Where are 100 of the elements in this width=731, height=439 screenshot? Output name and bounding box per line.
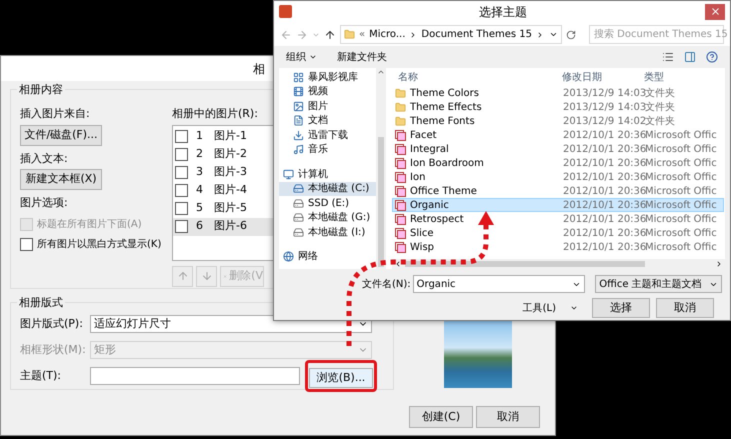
file-date: 2012/10/1 20:36 (563, 240, 645, 255)
file-row[interactable]: Slice 2012/10/1 20:36Microsoft Offic (392, 226, 724, 240)
dialog-button[interactable]: 取消 (476, 406, 540, 428)
file-type-dropdown[interactable]: Office 主题和主题文档 (595, 275, 722, 294)
file-row[interactable]: Ion 2012/10/1 20:36Microsoft Offic (392, 170, 724, 184)
tools-menu[interactable]: 工具(L) (522, 300, 578, 316)
file-row[interactable]: Wisp 2012/10/1 20:36Microsoft Offic (392, 240, 724, 254)
theme-file-icon (395, 186, 406, 197)
file-date: 2013/12/9 14:02 (563, 114, 645, 129)
breadcrumb-item[interactable]: Document Themes 15 (421, 27, 532, 42)
cancel-button[interactable]: 取消 (656, 298, 714, 318)
field-label: 图片版式(P): (20, 316, 84, 332)
picture-number: 2 (196, 146, 204, 162)
nav-item[interactable]: SSD (E:) (279, 196, 376, 211)
file-row[interactable]: Theme Colors 2013/12/9 14:03文件夹 (392, 86, 724, 100)
nav-item[interactable]: 文档 (279, 114, 376, 128)
column-header[interactable]: 修改日期 (562, 70, 644, 85)
file-name: Office Theme (410, 184, 477, 199)
file-name: Theme Colors (410, 86, 479, 101)
checkbox[interactable] (175, 202, 188, 215)
field-label: 相框形状(M): (20, 342, 87, 358)
nav-item[interactable]: 本地磁盘 (C:) (279, 182, 376, 196)
picture-name: 图片-6 (214, 218, 247, 234)
refresh-icon[interactable] (566, 30, 576, 40)
landscape-photo-placeholder (444, 321, 512, 388)
file-date: 2012/10/1 20:36 (563, 198, 645, 213)
input-field[interactable] (90, 367, 300, 385)
file-type: 文件夹 (645, 114, 675, 129)
overflow-marker[interactable]: « (359, 27, 366, 42)
nav-item[interactable]: 计算机 (279, 167, 376, 182)
file-row[interactable]: Organic 2012/10/1 20:36Microsoft Offic (392, 198, 724, 212)
organize-menu[interactable]: 组织 (286, 50, 317, 65)
file-row[interactable]: Theme Effects 2013/12/9 14:03文件夹 (392, 100, 724, 114)
file-row[interactable]: Ion Boardroom 2012/10/1 20:36Microsoft Offic (392, 156, 724, 170)
column-header[interactable]: 名称 (392, 70, 562, 85)
checkbox[interactable] (20, 238, 33, 250)
theme-file-icon (395, 228, 406, 239)
dialog-button[interactable]: 创建(C) (409, 406, 473, 428)
close-button[interactable] (705, 4, 725, 20)
theme-file-icon (395, 200, 406, 211)
file-name: Slice (410, 226, 434, 241)
file-type: Microsoft Offic (645, 184, 717, 199)
nav-item[interactable]: 图片 (279, 99, 376, 114)
folder-icon (344, 29, 355, 40)
file-row[interactable]: Office Theme 2012/10/1 20:36Microsoft Offic (392, 184, 724, 198)
theme-file-icon (395, 242, 406, 253)
file-name-field[interactable]: Organic (412, 275, 586, 294)
field-label: 插入文本: (20, 150, 69, 166)
select-button[interactable]: 选择 (592, 298, 650, 318)
drive-icon (293, 183, 304, 194)
nav-item[interactable]: 暴风影视库 (279, 70, 376, 85)
drive-icon (293, 212, 304, 224)
chevron-icon (536, 30, 544, 39)
file-date: 2012/10/1 20:36 (563, 156, 645, 171)
checkbox[interactable] (175, 166, 188, 179)
file-row[interactable]: Theme Fonts 2013/12/9 14:02文件夹 (392, 114, 724, 128)
new-folder-button[interactable]: 新建文件夹 (337, 50, 387, 65)
preview-pane-icon[interactable] (684, 51, 696, 64)
scrollbar[interactable] (376, 68, 386, 269)
folder-icon (395, 102, 406, 113)
app-logo-icon (279, 5, 292, 18)
drive-icon (293, 198, 304, 209)
browse-button[interactable]: 浏览(B)... (309, 368, 373, 388)
column-header[interactable]: 类型 (644, 70, 664, 85)
nav-item[interactable]: 视频 (279, 84, 376, 100)
file-name: Organic (410, 198, 449, 213)
checkbox[interactable] (175, 130, 188, 143)
new-textbox-button[interactable]: 新建文本框(X) (20, 169, 102, 190)
horizontal-scrollbar[interactable] (392, 258, 725, 269)
file-row[interactable]: Facet 2012/10/1 20:36Microsoft Offic (392, 128, 724, 142)
file-disk-button[interactable]: 文件/磁盘(F)... (20, 124, 102, 146)
nav-item[interactable]: 迅雷下载 (279, 128, 376, 143)
theme-file-icon (395, 158, 406, 169)
file-date: 2012/10/1 20:36 (563, 142, 645, 157)
file-name: Wisp (410, 240, 434, 255)
file-type: Microsoft Offic (645, 198, 717, 213)
picture-number: 3 (196, 164, 204, 180)
checkbox[interactable] (175, 220, 188, 233)
picture-name: 图片-4 (214, 182, 247, 198)
file-type: Microsoft Offic (645, 142, 717, 157)
picture-name: 图片-1 (214, 128, 247, 144)
nav-item[interactable]: 音乐 (279, 142, 376, 158)
download-icon (293, 130, 304, 141)
file-name: Retrospect (410, 212, 464, 227)
file-row[interactable]: Integral 2012/10/1 20:36Microsoft Offic (392, 142, 724, 156)
file-type: Microsoft Offic (645, 226, 717, 241)
close-icon (710, 6, 720, 18)
checkbox[interactable] (175, 184, 188, 197)
picture-number: 6 (196, 218, 204, 234)
nav-item[interactable]: 网络 (279, 250, 376, 264)
help-icon[interactable] (706, 51, 718, 64)
library-icon (293, 72, 304, 83)
file-row[interactable]: Retrospect 2012/10/1 20:36Microsoft Offic (392, 212, 724, 226)
folder-icon (395, 88, 406, 99)
checkbox[interactable] (175, 148, 188, 161)
monitor-icon (283, 168, 294, 180)
up-icon[interactable] (324, 28, 336, 41)
breadcrumb-item[interactable]: Micro... (369, 27, 406, 42)
address-bar[interactable]: « Micro... Document Themes 15 (340, 25, 562, 44)
file-type: Microsoft Offic (645, 128, 717, 143)
